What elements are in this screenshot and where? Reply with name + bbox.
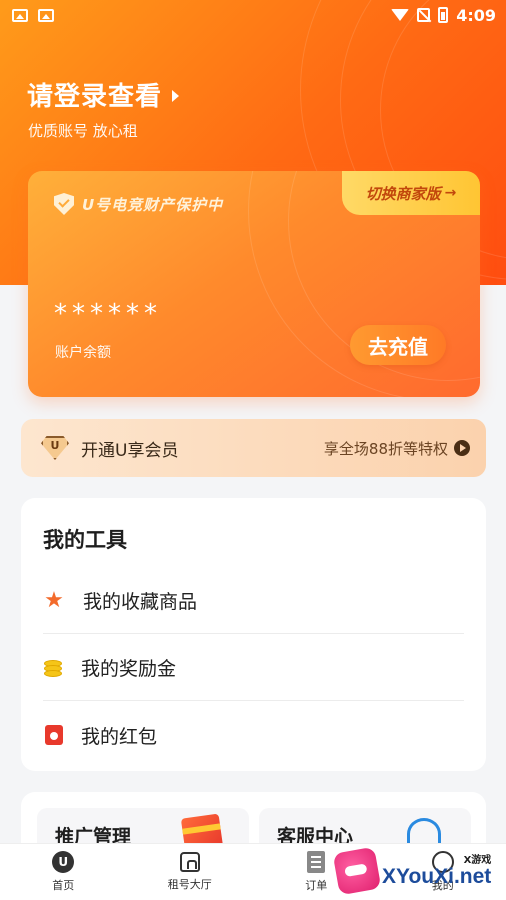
- u-logo-icon: U: [52, 851, 75, 873]
- site-watermark: X游戏 XYouXi.net: [332, 842, 506, 900]
- masked-balance: ******: [54, 299, 162, 329]
- status-time: 4:09: [456, 5, 496, 25]
- tab-label: 订单: [305, 879, 328, 892]
- login-prompt[interactable]: 请登录查看: [27, 76, 180, 113]
- gamepad-logo-icon: [332, 846, 382, 896]
- tools-title: 我的工具: [43, 528, 127, 552]
- tool-item-red-envelope[interactable]: 我的红包: [43, 702, 464, 768]
- login-subtitle: 优质账号 放心租: [28, 122, 138, 140]
- asset-protection-label: U号电竞财产保护中: [54, 193, 223, 215]
- battery-icon: [438, 7, 449, 23]
- no-signal-icon: [417, 8, 431, 22]
- chevron-right-icon: [172, 89, 180, 102]
- tool-item-label: 我的收藏商品: [83, 591, 198, 613]
- vip-membership-banner[interactable]: U 开通U享会员 享全场88折等特权: [21, 419, 486, 477]
- tool-item-label: 我的红包: [81, 725, 158, 748]
- balance-card: U号电竞财产保护中 切换商家版 → ****** 账户余额 去充值: [28, 171, 480, 397]
- play-arrow-icon: [454, 440, 470, 456]
- image-notification-icon: [38, 8, 54, 22]
- vip-gem-icon: U: [41, 436, 69, 460]
- tool-item-label: 我的奖励金: [81, 658, 177, 680]
- arrow-right-icon: →: [444, 185, 457, 201]
- vip-label: 开通U享会员: [81, 440, 179, 461]
- my-tools-card: 我的工具 ★ 我的收藏商品 我的奖励金 我的红包: [21, 498, 486, 771]
- coins-icon: [43, 658, 63, 678]
- store-icon: [179, 852, 200, 872]
- watermark-big-text: XYouXi.net: [382, 864, 492, 888]
- status-bar: 4:09: [0, 0, 506, 30]
- wifi-icon: [391, 9, 410, 21]
- red-envelope-icon: [45, 725, 63, 745]
- tab-label: 租号大厅: [167, 878, 212, 891]
- switch-merchant-button[interactable]: 切换商家版 →: [342, 171, 480, 215]
- vip-promo-text: 享全场88折等特权: [323, 439, 448, 458]
- tool-item-rewards[interactable]: 我的奖励金: [43, 635, 464, 701]
- star-icon: ★: [44, 588, 64, 613]
- order-list-icon: [307, 851, 326, 873]
- shield-check-icon: [54, 193, 74, 215]
- tab-label: 首页: [52, 879, 75, 892]
- recharge-button[interactable]: 去充值: [350, 325, 446, 365]
- tab-home[interactable]: U 首页: [0, 844, 127, 900]
- login-title: 请登录查看: [27, 82, 163, 112]
- balance-label: 账户余额: [55, 345, 111, 361]
- tab-rental-hall[interactable]: 租号大厅: [127, 844, 254, 900]
- tool-item-favorites[interactable]: ★ 我的收藏商品: [43, 568, 464, 634]
- watermark-small-text: X游戏: [463, 854, 492, 866]
- image-notification-icon: [12, 8, 28, 22]
